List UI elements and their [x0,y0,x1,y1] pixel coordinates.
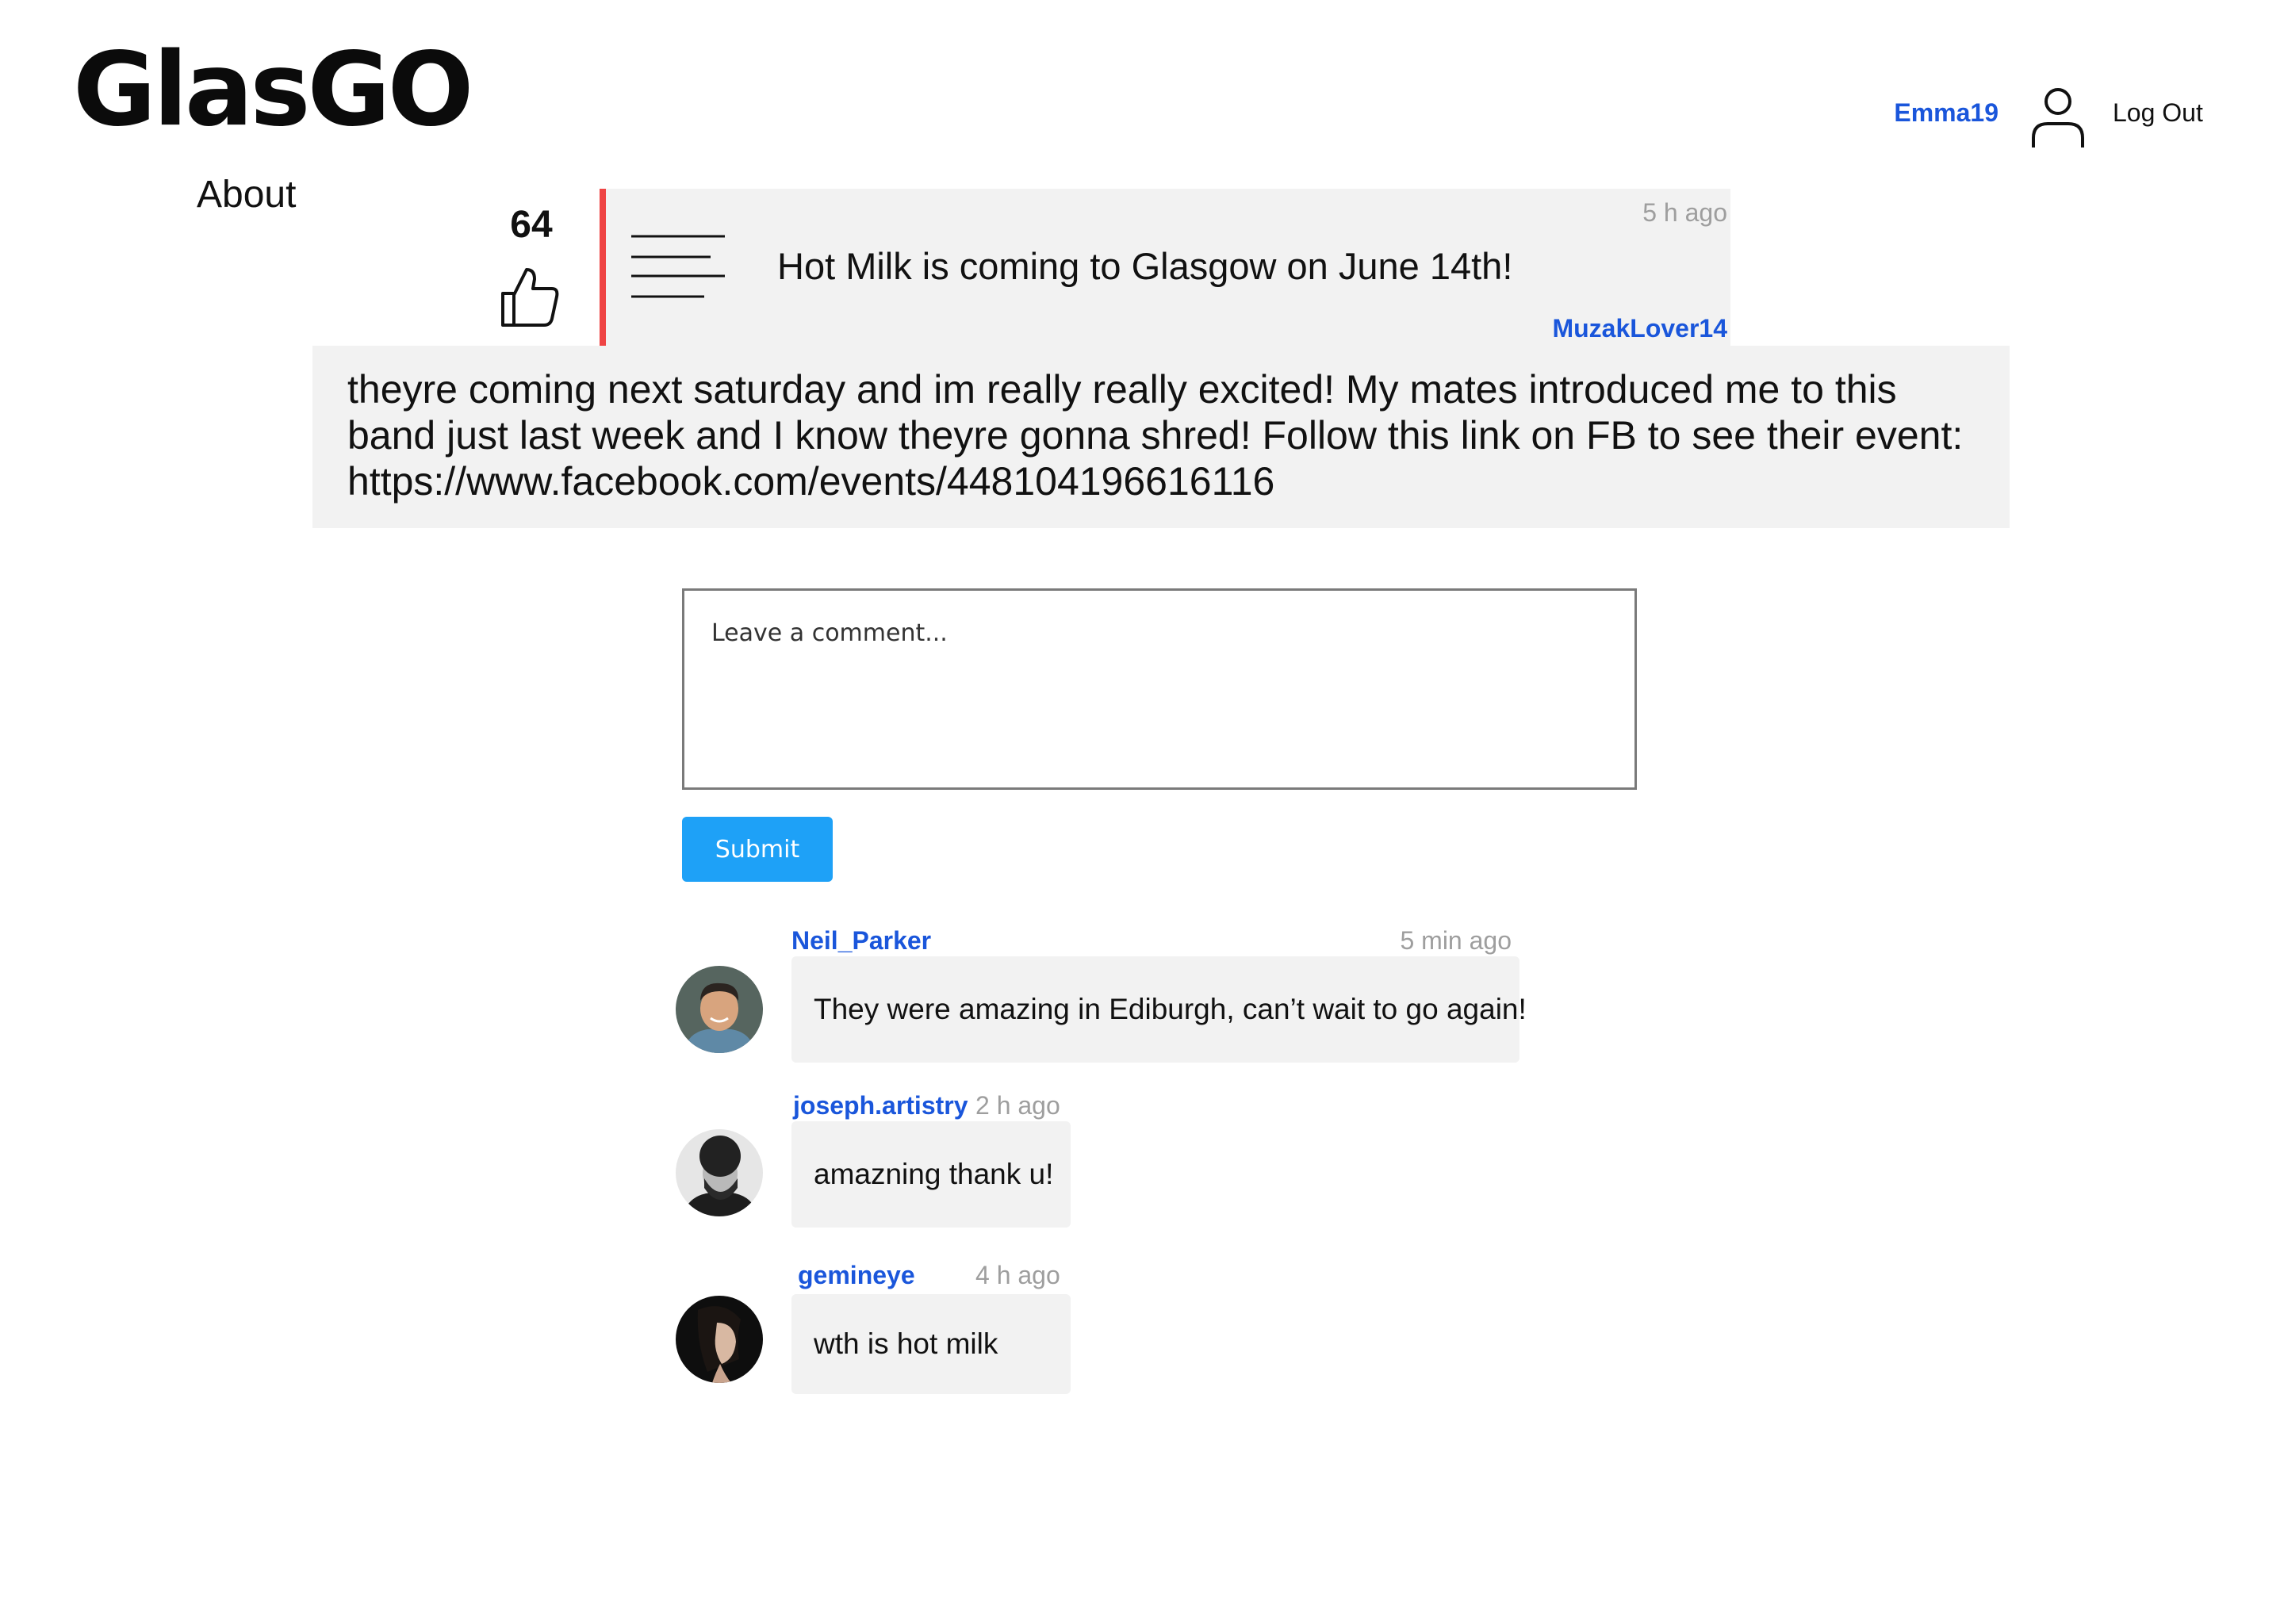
avatar[interactable] [676,966,763,1053]
avatar[interactable] [676,1129,763,1216]
post-timestamp: 5 h ago [1642,198,1727,227]
post-author-link[interactable]: MuzakLover14 [1475,314,1727,343]
user-icon[interactable] [2030,86,2086,149]
text-post-icon [631,235,725,298]
comment-username[interactable]: gemineye [798,1261,915,1290]
post-body: theyre coming next saturday and im reall… [312,346,2010,528]
avatar-photo [676,1129,763,1216]
comment-bubble: They were amazing in Ediburgh, can’t wai… [791,956,1527,1063]
site-logo[interactable]: GlasGO [73,40,473,141]
username-link[interactable]: Emma19 [1824,98,1998,128]
comment-timestamp: 4 h ago [975,1261,1060,1289]
logout-button[interactable]: Log Out [2113,98,2203,128]
comment-username[interactable]: Neil_Parker [791,926,931,956]
nav-about-link[interactable]: About [197,173,296,216]
thumbs-up-icon[interactable] [500,265,560,328]
vote-count: 64 [510,204,553,246]
post-title: Hot Milk is coming to Glasgow on June 14… [777,245,1513,287]
avatar-photo [676,1296,763,1383]
comment-bubble: amazning thank u! [791,1121,1071,1228]
comment-username[interactable]: joseph.artistry [793,1091,968,1120]
comment-input[interactable] [682,588,1637,790]
comment-timestamp: 2 h ago [975,1091,1060,1120]
avatar[interactable] [676,1296,763,1383]
avatar-photo [676,966,763,1053]
submit-button[interactable]: Submit [682,817,833,882]
comment-bubble: wth is hot milk [791,1294,1071,1394]
comment-timestamp: 5 min ago [1400,926,1512,955]
